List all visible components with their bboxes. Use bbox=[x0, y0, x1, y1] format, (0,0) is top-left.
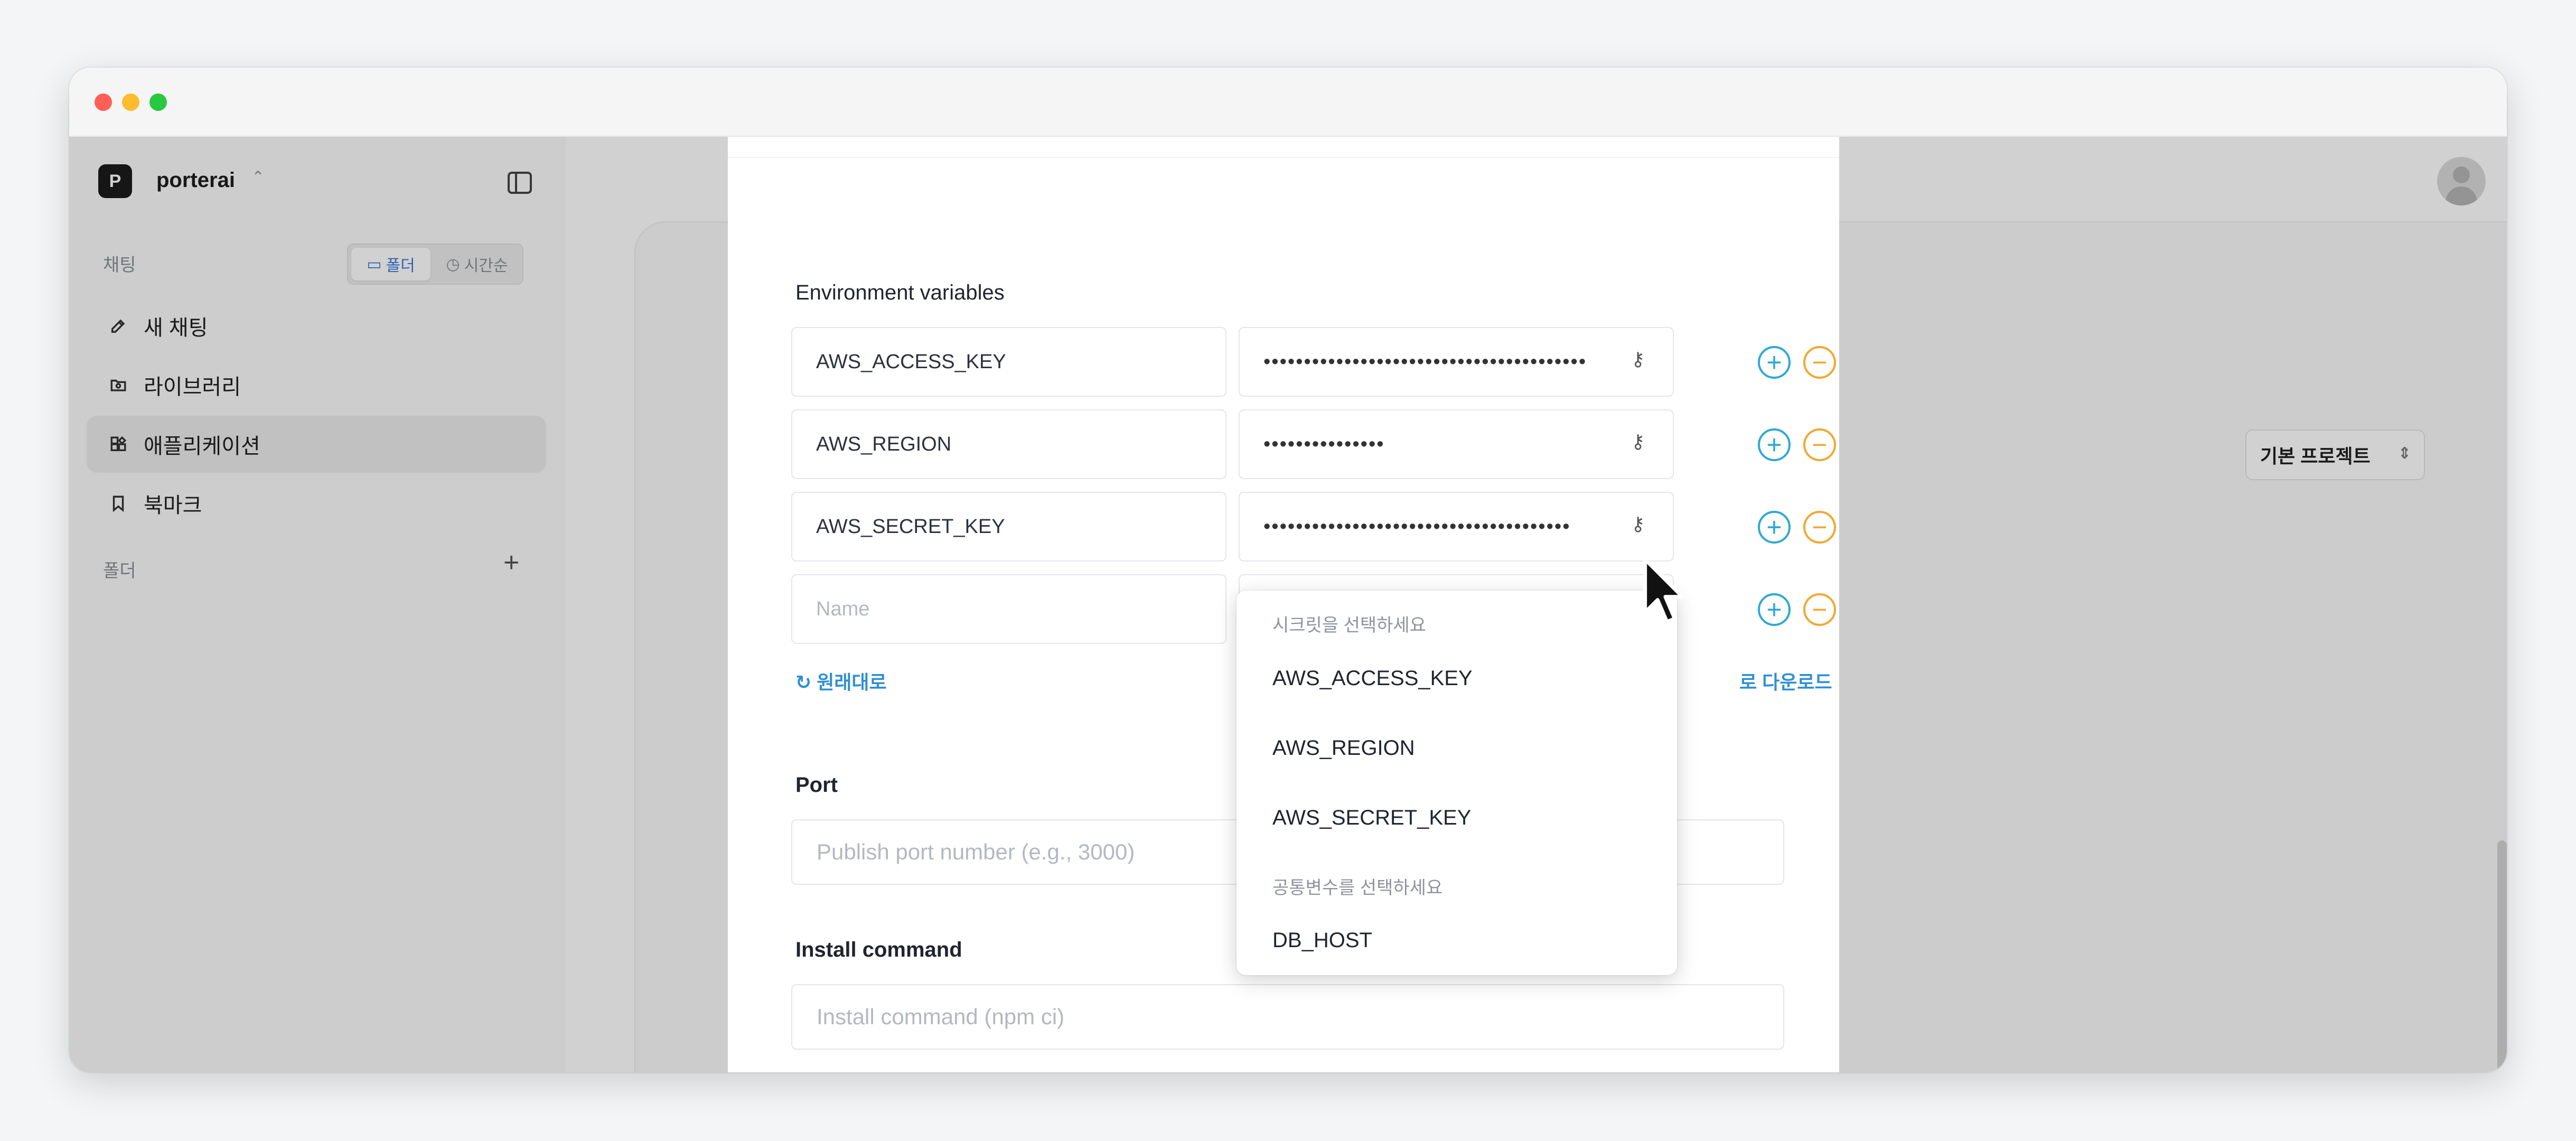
env-name-field[interactable]: AWS_SECRET_KEY bbox=[791, 492, 1226, 562]
dropdown-group-label: 공통변수를 선택하세요 bbox=[1272, 878, 1443, 898]
install-heading: Install command bbox=[795, 938, 962, 961]
key-icon[interactable]: ⚷ bbox=[1631, 513, 1645, 535]
dropdown-item[interactable]: DB_HOST bbox=[1272, 929, 1372, 952]
key-icon[interactable]: ⚷ bbox=[1631, 431, 1645, 453]
port-heading: Port bbox=[795, 773, 838, 797]
remove-row-button[interactable]: − bbox=[1803, 511, 1836, 544]
reset-label: 원래대로 bbox=[817, 671, 887, 693]
env-value-field[interactable]: •••••••••••••••••••••••••••••••••••••••• bbox=[1239, 327, 1674, 397]
app-window: P porterai ⌃ 채팅 ▭ 폴더 ◷ 시간순 새 채팅 라이브러리 애플… bbox=[69, 68, 2507, 1072]
env-name-field[interactable]: AWS_REGION bbox=[791, 409, 1226, 479]
env-value-field[interactable]: •••••••••••••••••••••••••••••••••••••• bbox=[1239, 492, 1674, 562]
add-row-button[interactable]: + bbox=[1758, 593, 1791, 626]
add-row-button[interactable]: + bbox=[1758, 428, 1791, 461]
env-heading: Environment variables bbox=[795, 281, 1005, 304]
dropdown-item[interactable]: AWS_ACCESS_KEY bbox=[1272, 667, 1473, 690]
key-icon[interactable]: ⚷ bbox=[1631, 348, 1645, 370]
add-row-button[interactable]: + bbox=[1758, 511, 1791, 544]
minimize-window-button[interactable] bbox=[122, 93, 139, 111]
remove-row-button[interactable]: − bbox=[1803, 593, 1836, 626]
dropdown-item[interactable]: AWS_SECRET_KEY bbox=[1272, 806, 1471, 830]
title-bar bbox=[69, 68, 2507, 137]
remove-row-button[interactable]: − bbox=[1803, 428, 1836, 461]
dropdown-item[interactable]: AWS_REGION bbox=[1272, 736, 1415, 760]
modal-divider bbox=[728, 157, 1839, 158]
reset-button[interactable]: ↻ 원래대로 bbox=[795, 667, 887, 695]
mouse-cursor-icon bbox=[1643, 557, 1685, 624]
env-name-input[interactable]: Name bbox=[791, 574, 1226, 644]
maximize-window-button[interactable] bbox=[149, 93, 167, 111]
dropdown-group-label: 시크릿을 선택하세요 bbox=[1272, 615, 1426, 635]
install-command-input[interactable]: Install command (npm ci) bbox=[791, 984, 1784, 1050]
env-value-field[interactable]: ••••••••••••••• bbox=[1239, 409, 1674, 479]
add-row-button[interactable]: + bbox=[1758, 346, 1791, 379]
env-value-masked: •••••••••••••••••••••••••••••••••••••••• bbox=[1263, 350, 1587, 373]
secret-dropdown: 시크릿을 선택하세요 AWS_ACCESS_KEY AWS_REGION AWS… bbox=[1237, 591, 1677, 975]
remove-row-button[interactable]: − bbox=[1803, 346, 1836, 379]
env-name-field[interactable]: AWS_ACCESS_KEY bbox=[791, 327, 1226, 397]
env-value-masked: •••••••••••••••••••••••••••••••••••••• bbox=[1263, 515, 1571, 538]
close-window-button[interactable] bbox=[95, 93, 112, 111]
env-value-masked: ••••••••••••••• bbox=[1263, 433, 1385, 455]
download-link[interactable]: 로 다운로드 bbox=[1739, 667, 1832, 695]
refresh-icon: ↻ bbox=[795, 671, 812, 693]
